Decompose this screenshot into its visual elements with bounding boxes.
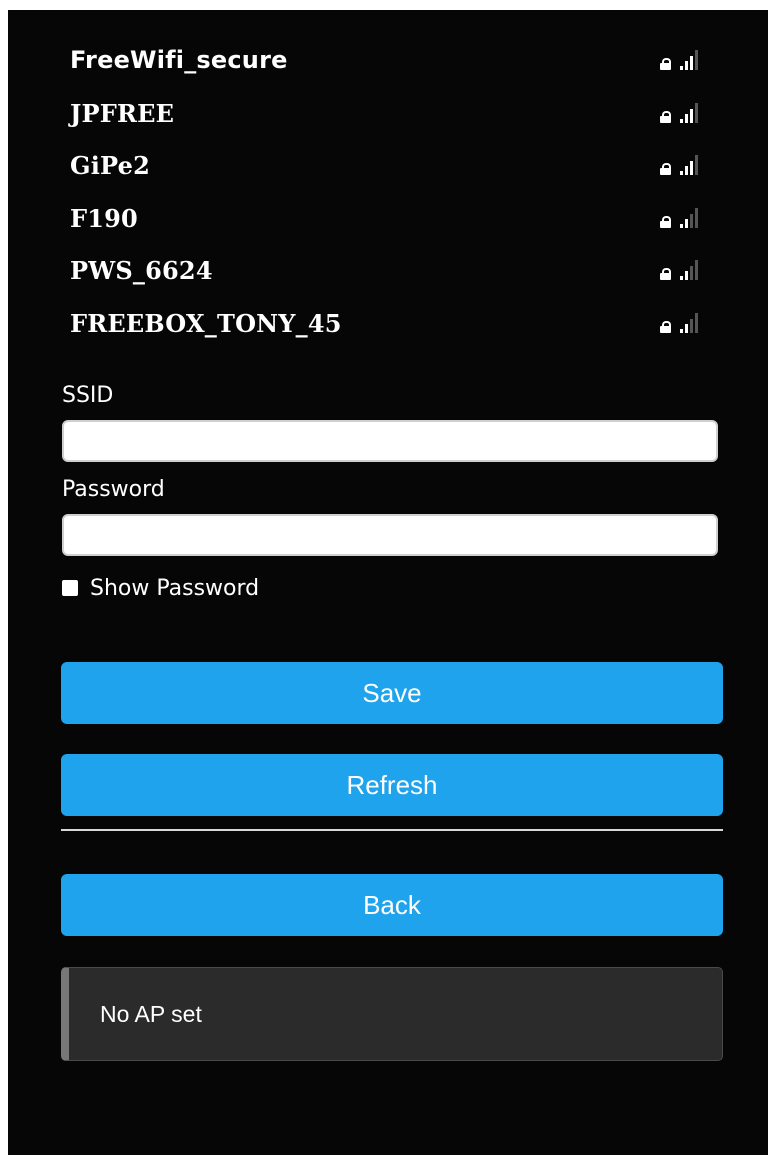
network-status — [660, 260, 704, 282]
network-status — [660, 207, 704, 230]
back-button[interactable]: Back — [61, 874, 723, 936]
signal-strength-icon — [680, 260, 704, 281]
ssid-label: SSID — [62, 383, 114, 408]
signal-strength-icon — [680, 207, 704, 228]
signal-strength-icon — [680, 102, 704, 123]
network-ssid[interactable]: JPFREE — [70, 99, 174, 128]
lock-icon — [660, 163, 671, 176]
network-status — [660, 102, 704, 125]
network-ssid[interactable]: F190 — [70, 204, 138, 233]
network-ssid[interactable]: GiPe2 — [70, 151, 150, 180]
network-item[interactable]: JPFREE — [62, 93, 722, 146]
show-password-label: Show Password — [90, 575, 260, 601]
network-item[interactable]: F190 — [62, 198, 722, 251]
signal-strength-icon — [680, 312, 704, 333]
network-status — [660, 312, 704, 335]
lock-icon — [660, 320, 671, 333]
network-ssid[interactable]: FreeWifi_secure — [70, 46, 288, 74]
network-list: FreeWifi_secure JPFREE GiPe2 F190 PWS_66… — [62, 40, 722, 356]
refresh-button[interactable]: Refresh — [61, 754, 723, 816]
lock-icon — [660, 215, 671, 228]
network-status — [660, 50, 704, 72]
password-label: Password — [62, 477, 165, 502]
password-input[interactable] — [62, 514, 718, 556]
signal-strength-icon — [680, 50, 704, 70]
signal-strength-icon — [680, 155, 704, 176]
network-item[interactable]: FreeWifi_secure — [62, 40, 722, 93]
lock-icon — [660, 110, 671, 123]
status-message: No AP set — [100, 1001, 202, 1027]
network-status — [660, 155, 704, 177]
network-item[interactable]: GiPe2 — [62, 145, 722, 198]
show-password-checkbox[interactable] — [62, 580, 78, 596]
network-ssid[interactable]: PWS_6624 — [70, 256, 213, 285]
ssid-input[interactable] — [62, 420, 718, 462]
network-ssid[interactable]: FREEBOX_TONY_45 — [70, 309, 342, 338]
show-password-row[interactable]: Show Password — [62, 574, 259, 602]
lock-icon — [660, 268, 671, 281]
lock-icon — [660, 58, 671, 70]
status-message-box: No AP set — [61, 967, 723, 1061]
divider — [61, 829, 723, 831]
save-button[interactable]: Save — [61, 662, 723, 724]
network-item[interactable]: FREEBOX_TONY_45 — [62, 303, 722, 356]
network-item[interactable]: PWS_6624 — [62, 250, 722, 303]
